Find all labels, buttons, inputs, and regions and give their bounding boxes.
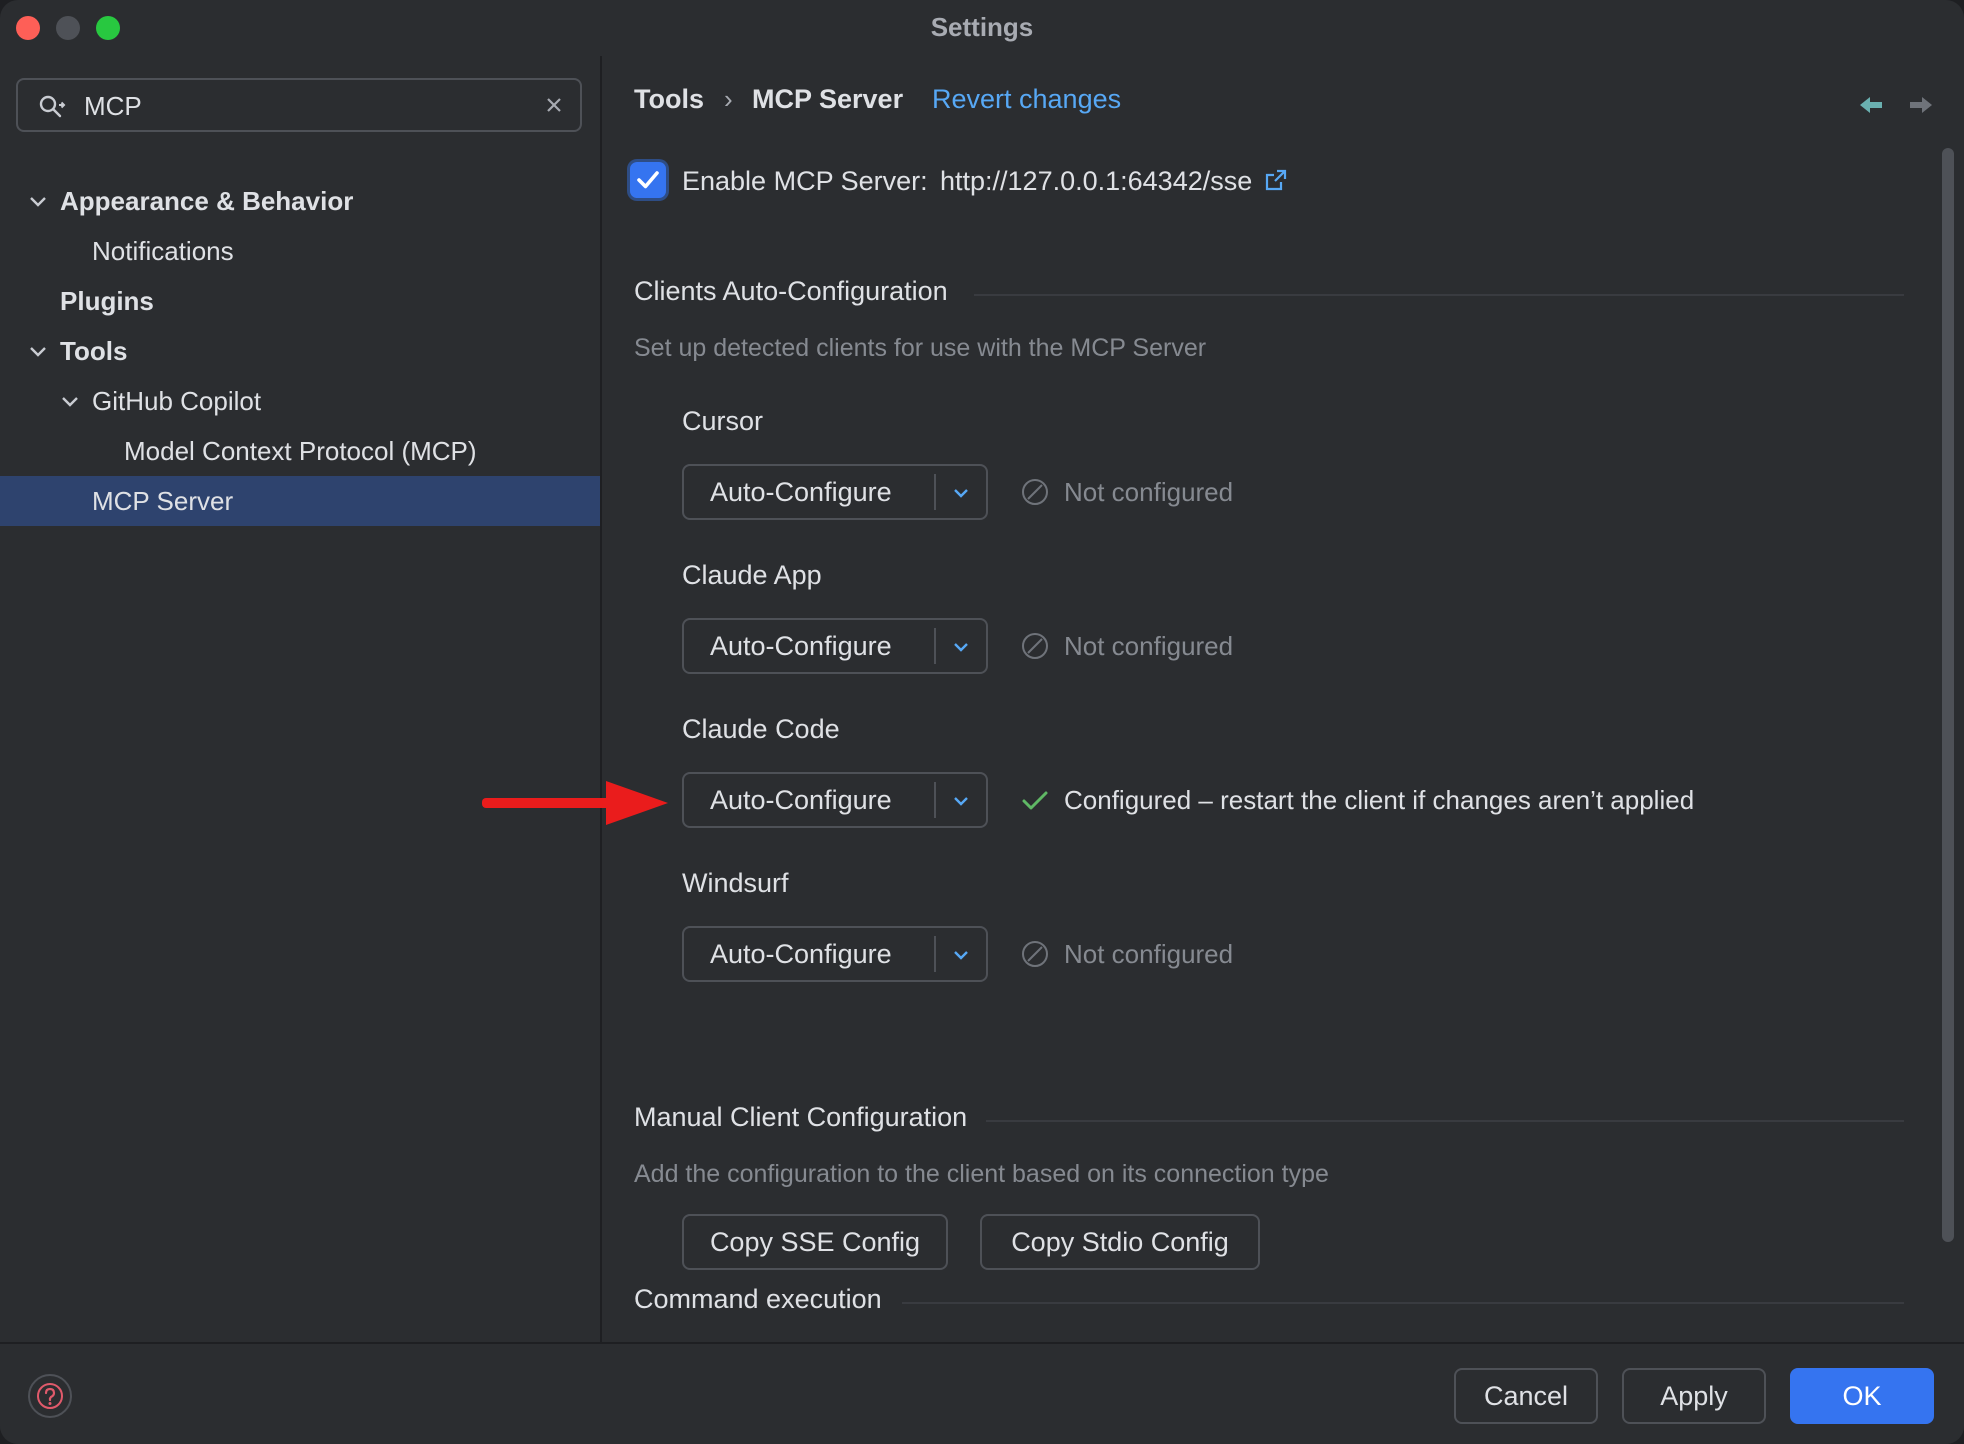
sidebar-item-notifications[interactable]: Notifications xyxy=(0,226,600,276)
sidebar-item-model-context-protocol[interactable]: Model Context Protocol (MCP) xyxy=(0,426,600,476)
claude-app-auto-configure-dropdown[interactable]: Auto-Configure xyxy=(682,618,988,674)
cancel-button[interactable]: Cancel xyxy=(1454,1368,1598,1424)
claude-app-status-text: Not configured xyxy=(1064,631,1234,661)
window-title: Settings xyxy=(930,12,1034,42)
section-divider xyxy=(902,1302,1904,1304)
sidebar-item-tools[interactable]: Tools xyxy=(0,326,600,376)
revert-changes-link[interactable]: Revert changes xyxy=(932,82,1121,116)
client-name-claude-code: Claude Code xyxy=(682,714,840,744)
copy-stdio-config-button[interactable]: Copy Stdio Config xyxy=(980,1214,1260,1270)
checkmark-icon xyxy=(1022,791,1048,810)
sidebar-item-label: Tools xyxy=(60,336,128,366)
client-name-cursor: Cursor xyxy=(682,406,764,436)
help-button[interactable] xyxy=(28,1374,72,1418)
dropdown-divider xyxy=(934,936,936,972)
not-configured-icon xyxy=(1022,633,1048,659)
dropdown-label: Auto-Configure xyxy=(710,631,892,661)
claude-code-auto-configure-dropdown[interactable]: Auto-Configure xyxy=(682,772,988,828)
client-name-windsurf: Windsurf xyxy=(682,868,789,898)
enable-mcp-server-checkbox[interactable] xyxy=(630,162,666,198)
checkmark-icon xyxy=(637,171,659,189)
claude-code-status-text: Configured – restart the client if chang… xyxy=(1064,785,1695,815)
sidebar-item-appearance-behavior[interactable]: Appearance & Behavior xyxy=(0,176,600,226)
settings-window: Settings Appearance & Behavior Notificat… xyxy=(0,0,1964,1444)
title-bar: Settings xyxy=(0,0,1964,56)
sidebar-item-label: GitHub Copilot xyxy=(92,386,262,416)
sidebar-item-label: Plugins xyxy=(60,286,154,316)
annotation-arrow-icon xyxy=(482,781,668,825)
external-link-icon[interactable] xyxy=(1264,168,1288,192)
auto-config-section-title: Clients Auto-Configuration xyxy=(634,276,948,306)
sidebar-item-label: MCP Server xyxy=(92,486,234,516)
forward-arrow-icon[interactable] xyxy=(1908,94,1934,116)
sidebar-item-label: Model Context Protocol (MCP) xyxy=(124,436,477,466)
search-box[interactable] xyxy=(16,78,582,132)
dropdown-label: Auto-Configure xyxy=(710,477,892,507)
chevron-down-icon[interactable] xyxy=(60,391,80,411)
auto-config-description: Set up detected clients for use with the… xyxy=(634,334,1207,362)
dialog-footer: Cancel Apply OK xyxy=(0,1342,1964,1444)
chevron-down-icon[interactable] xyxy=(28,341,48,361)
help-icon xyxy=(37,1383,63,1409)
mcp-server-url[interactable]: http://127.0.0.1:64342/sse xyxy=(940,166,1252,196)
sidebar-item-label: Notifications xyxy=(92,236,234,266)
sidebar-item-plugins[interactable]: Plugins xyxy=(0,276,600,326)
sidebar-item-github-copilot[interactable]: GitHub Copilot xyxy=(0,376,600,426)
not-configured-icon xyxy=(1022,479,1048,505)
chevron-down-icon[interactable] xyxy=(950,482,972,504)
chevron-down-icon[interactable] xyxy=(950,636,972,658)
section-divider xyxy=(986,1120,1904,1122)
search-input[interactable] xyxy=(82,86,526,126)
sidebar-item-label: Appearance & Behavior xyxy=(60,186,354,216)
manual-config-description: Add the configuration to the client base… xyxy=(634,1160,1329,1188)
windsurf-auto-configure-dropdown[interactable]: Auto-Configure xyxy=(682,926,988,982)
copy-sse-config-button[interactable]: Copy SSE Config xyxy=(682,1214,948,1270)
dropdown-label: Auto-Configure xyxy=(710,785,892,815)
mcp-server-url-link[interactable]: http://127.0.0.1:64342/sse xyxy=(940,164,1288,198)
search-icon xyxy=(39,95,66,118)
settings-content: Tools › MCP Server Revert changes Enable… xyxy=(602,56,1964,1342)
breadcrumb-separator: › xyxy=(724,84,733,114)
manual-config-section-title: Manual Client Configuration xyxy=(634,1102,968,1132)
client-name-claude-app: Claude App xyxy=(682,560,822,590)
chevron-down-icon[interactable] xyxy=(950,944,972,966)
command-execution-section-title: Command execution xyxy=(634,1284,882,1314)
dropdown-divider xyxy=(934,782,936,818)
windsurf-status-text: Not configured xyxy=(1064,939,1234,969)
section-divider xyxy=(974,294,1904,296)
cursor-auto-configure-dropdown[interactable]: Auto-Configure xyxy=(682,464,988,520)
not-configured-icon xyxy=(1022,941,1048,967)
enable-mcp-server-label[interactable]: Enable MCP Server: xyxy=(682,164,928,198)
page-title: MCP Server xyxy=(752,84,904,114)
dropdown-divider xyxy=(934,474,936,510)
apply-button[interactable]: Apply xyxy=(1622,1368,1766,1424)
dropdown-label: Auto-Configure xyxy=(710,939,892,969)
dropdown-divider xyxy=(934,628,936,664)
ok-button[interactable]: OK xyxy=(1790,1368,1934,1424)
chevron-down-icon[interactable] xyxy=(950,790,972,812)
cursor-status-text: Not configured xyxy=(1064,477,1234,507)
vertical-scrollbar[interactable] xyxy=(1942,148,1954,1242)
breadcrumb-parent[interactable]: Tools xyxy=(634,82,704,116)
chevron-down-icon[interactable] xyxy=(28,191,48,211)
back-arrow-icon[interactable] xyxy=(1858,94,1884,116)
settings-sidebar: Appearance & Behavior Notifications Plug… xyxy=(0,56,602,1342)
clear-search-icon[interactable] xyxy=(544,95,564,115)
sidebar-item-mcp-server[interactable]: MCP Server xyxy=(0,476,600,526)
